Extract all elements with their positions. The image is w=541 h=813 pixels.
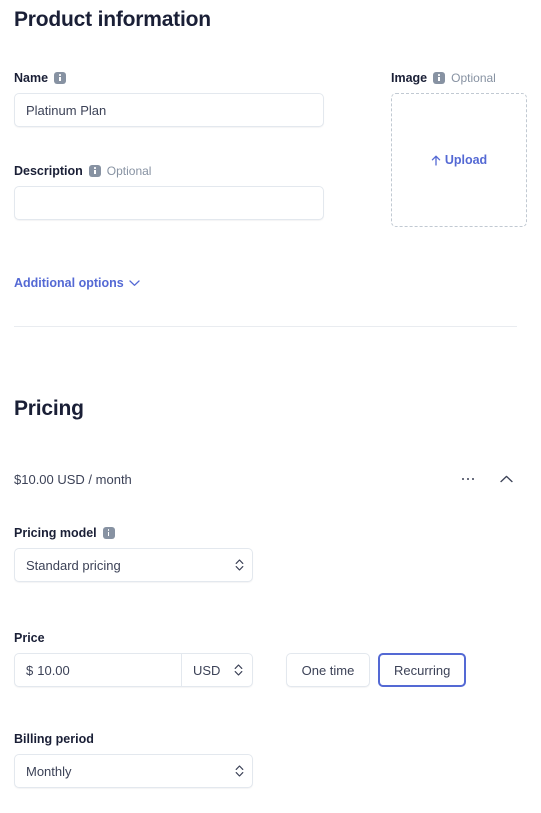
image-upload-dropzone[interactable]: Upload [391,93,527,227]
billing-period-label: Billing period [14,732,94,746]
pricing-model-select-wrap: Standard pricing [14,548,253,582]
info-icon[interactable] [433,72,446,84]
description-optional-tag: Optional [106,164,152,178]
info-icon[interactable] [88,165,101,177]
one-time-button[interactable]: One time [286,653,370,687]
product-info-row: Name Description Optional Image Optional [14,70,527,227]
price-group: Price $ USD O [14,630,527,687]
price-label: Price [14,631,45,645]
price-amount-input[interactable] [33,654,181,686]
image-label: Image [391,71,428,85]
description-field-group: Description Optional [14,163,346,220]
image-optional-tag: Optional [451,71,496,85]
upload-label: Upload [444,153,488,167]
pricing-model-group: Pricing model Standard pricing [14,525,527,582]
name-label-row: Name [14,70,346,86]
pricing-title: Pricing [14,397,84,420]
description-input[interactable] [14,186,324,220]
amount-input-group: $ USD [14,653,253,687]
name-label: Name [14,71,49,85]
description-label-row: Description Optional [14,163,346,179]
currency-symbol: $ [26,662,34,678]
upload-button[interactable]: Upload [431,153,487,167]
price-summary-text: $10.00 USD / month [14,471,132,487]
price-summary-actions [460,471,518,487]
description-label: Description [14,164,83,178]
billing-period-label-row: Billing period [14,731,527,747]
page-title: Product information [14,8,211,31]
billing-type-toggle: One time Recurring [286,653,467,687]
billing-period-select-wrap: Monthly [14,754,253,788]
section-divider [14,326,517,327]
name-field-group: Name [14,70,346,127]
recurring-button[interactable]: Recurring [378,653,467,687]
product-fields-column: Name Description Optional [14,70,346,220]
price-label-row: Price [14,630,527,646]
product-form-page: Product information Name Description Opt… [0,0,541,788]
chevron-down-icon [129,279,140,287]
price-summary-row: $10.00 USD / month [14,471,527,487]
name-input[interactable] [14,93,324,127]
currency-select-wrap: USD [181,654,252,686]
pricing-model-select[interactable]: Standard pricing [14,548,253,582]
pricing-model-label: Pricing model [14,526,97,540]
dot [471,477,474,481]
more-options-icon[interactable] [460,474,477,485]
pricing-model-label-row: Pricing model [14,525,527,541]
billing-period-select[interactable]: Monthly [14,754,253,788]
info-icon[interactable] [102,527,115,539]
upload-arrow-icon [431,155,441,166]
price-input-row: $ USD One time Recurring [14,653,527,687]
additional-options-toggle[interactable]: Additional options [14,276,140,290]
additional-options-label: Additional options [14,276,124,290]
currency-select[interactable]: USD [182,654,252,686]
billing-period-group: Billing period Monthly [14,731,527,788]
image-label-row: Image Optional [391,70,527,86]
info-icon[interactable] [54,72,67,84]
dot [466,477,469,481]
collapse-chevron-up-icon[interactable] [496,471,517,487]
dot [461,477,464,481]
image-field-group: Image Optional Upload [391,70,527,227]
